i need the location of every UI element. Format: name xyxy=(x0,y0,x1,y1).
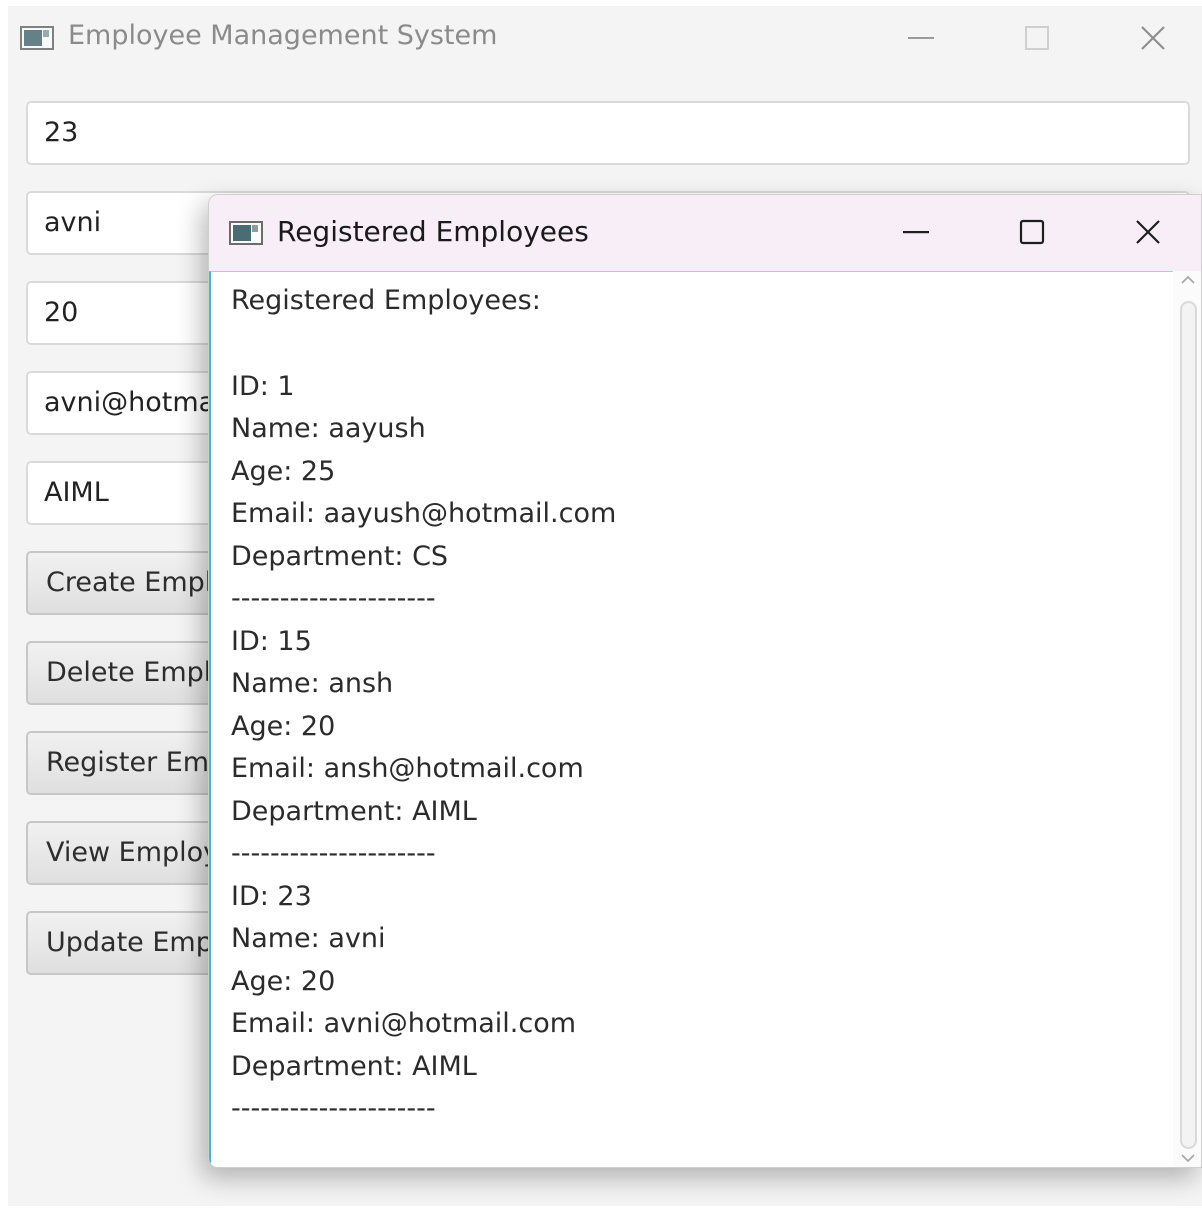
text-line: Age: 25 xyxy=(231,455,336,487)
scrollbar-thumb[interactable] xyxy=(1180,301,1197,1149)
popup-titlebar[interactable]: Registered Employees xyxy=(209,195,1201,271)
scroll-up-icon[interactable] xyxy=(1181,275,1195,285)
text-line xyxy=(231,323,1173,366)
text-line: Name: aayush xyxy=(231,413,426,444)
employees-text-area[interactable]: Registered Employees: ID: 1 Name: aayush Ag… xyxy=(209,271,1173,1167)
text-line: ID: 1 xyxy=(231,370,295,402)
close-icon xyxy=(1141,26,1165,50)
popup-close-button[interactable] xyxy=(1121,207,1175,257)
text-line: Name: ansh xyxy=(231,668,394,699)
close-icon xyxy=(1136,220,1160,244)
record-separator: --------------------- xyxy=(231,583,436,614)
main-titlebar[interactable]: Employee Management System xyxy=(8,6,1202,70)
popup-maximize-button[interactable] xyxy=(1005,207,1059,257)
text-line: ID: 15 xyxy=(231,625,312,657)
maximize-icon xyxy=(1025,26,1049,50)
text-line: Email: avni@hotmail.com xyxy=(231,1008,577,1039)
app-window-icon xyxy=(20,26,54,50)
registered-employees-window: Registered Employees Registered Employee… xyxy=(208,194,1202,1168)
text-line: Department: AIML xyxy=(231,1050,477,1082)
text-line: Department: AIML xyxy=(231,795,477,827)
record-separator: --------------------- xyxy=(231,1093,436,1124)
scroll-down-icon[interactable] xyxy=(1181,1153,1195,1163)
maximize-icon xyxy=(1019,219,1045,245)
record-separator: --------------------- xyxy=(231,838,436,869)
id-field[interactable]: 23 xyxy=(26,101,1190,165)
text-line: Name: avni xyxy=(231,923,386,954)
app-window-icon xyxy=(229,221,263,245)
text-line: Registered Employees: xyxy=(231,285,541,316)
main-close-button[interactable] xyxy=(1128,16,1178,60)
text-line: Age: 20 xyxy=(231,710,336,742)
main-minimize-button[interactable] xyxy=(896,16,946,60)
text-line: Email: aayush@hotmail.com xyxy=(231,498,617,529)
text-line: Email: ansh@hotmail.com xyxy=(231,753,584,784)
popup-minimize-button[interactable] xyxy=(889,207,943,257)
vertical-scrollbar[interactable] xyxy=(1173,271,1201,1167)
popup-window-title: Registered Employees xyxy=(277,215,589,248)
minimize-icon xyxy=(908,37,934,39)
main-maximize-button[interactable] xyxy=(1012,16,1062,60)
main-window-title: Employee Management System xyxy=(68,20,498,51)
text-line: Department: CS xyxy=(231,540,449,572)
text-line: Age: 20 xyxy=(231,965,336,997)
minimize-icon xyxy=(903,231,929,234)
text-line: ID: 23 xyxy=(231,880,312,912)
